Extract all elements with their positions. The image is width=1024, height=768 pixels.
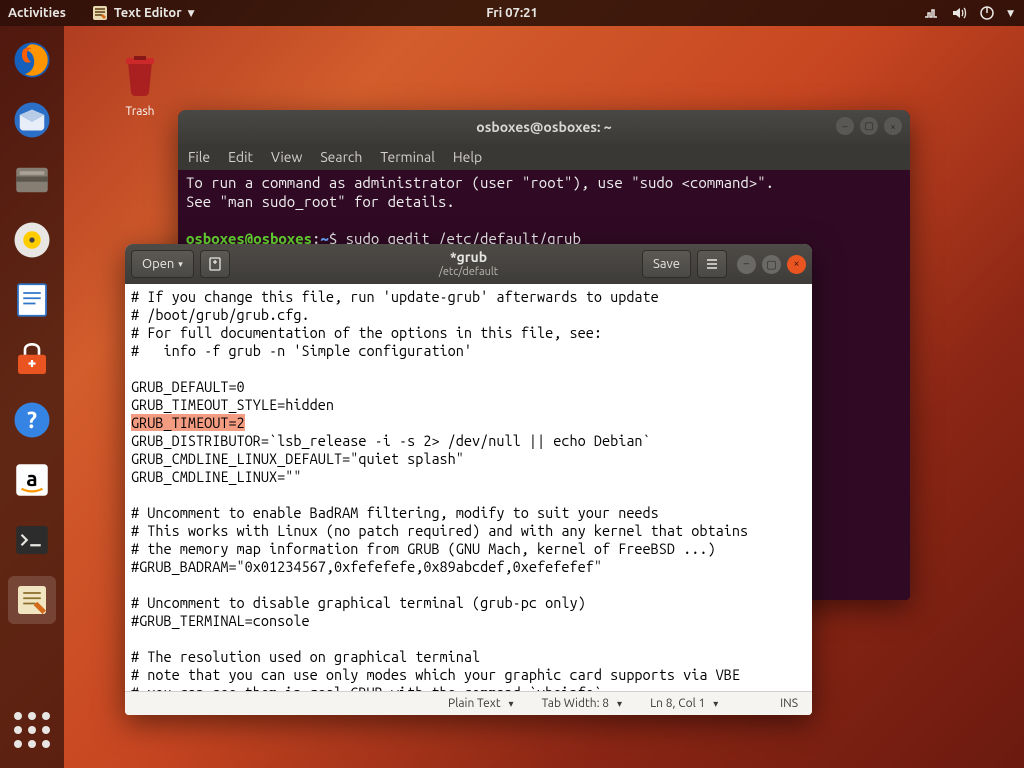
svg-text:?: ? xyxy=(27,408,37,433)
editor-line: GRUB_DISTRIBUTOR=`lsb_release -i -s 2> /… xyxy=(131,432,806,450)
menu-help[interactable]: Help xyxy=(453,149,482,165)
dock-rhythmbox[interactable] xyxy=(8,216,56,264)
editor-line xyxy=(131,630,806,648)
close-button[interactable]: × xyxy=(787,255,806,274)
editor-line: GRUB_CMDLINE_LINUX_DEFAULT="quiet splash… xyxy=(131,450,806,468)
trash-icon xyxy=(116,50,164,98)
editor-line: GRUB_TIMEOUT=2 xyxy=(131,414,806,432)
activities-button[interactable]: Activities xyxy=(8,6,66,20)
maximize-button[interactable]: ▢ xyxy=(860,117,878,135)
gedit-statusbar: Plain Text Tab Width: 8 Ln 8, Col 1 INS xyxy=(125,691,812,715)
power-icon[interactable] xyxy=(979,5,995,21)
system-menu-arrow[interactable]: ▼ xyxy=(1007,8,1014,19)
editor-line: # /boot/grub/grub.cfg. xyxy=(131,306,806,324)
app-menu[interactable]: Text Editor ▼ xyxy=(92,5,195,21)
terminal-menubar: File Edit View Search Terminal Help xyxy=(178,144,910,170)
editor-line: # info -f grub -n 'Simple configuration' xyxy=(131,342,806,360)
cursor-position[interactable]: Ln 8, Col 1 xyxy=(636,697,766,710)
insert-mode[interactable]: INS xyxy=(766,697,812,710)
editor-line: GRUB_DEFAULT=0 xyxy=(131,378,806,396)
editor-line: # the memory map information from GRUB (… xyxy=(131,540,806,558)
gedit-window: Open▾ *grub /etc/default Save – ▢ × # If… xyxy=(125,244,812,715)
editor-line xyxy=(131,576,806,594)
editor-line: # This works with Linux (no patch requir… xyxy=(131,522,806,540)
dock-amazon[interactable]: a xyxy=(8,456,56,504)
editor-line: GRUB_CMDLINE_LINUX="" xyxy=(131,468,806,486)
minimize-button[interactable]: – xyxy=(737,255,756,274)
editor-line: #GRUB_TERMINAL=console xyxy=(131,612,806,630)
dock-terminal[interactable] xyxy=(8,516,56,564)
dock-software[interactable] xyxy=(8,336,56,384)
editor-line: # If you change this file, run 'update-g… xyxy=(131,288,806,306)
dock-firefox[interactable] xyxy=(8,36,56,84)
desktop-trash[interactable]: Trash xyxy=(108,50,172,118)
trash-label: Trash xyxy=(108,105,172,118)
volume-icon[interactable] xyxy=(951,5,967,21)
menu-search[interactable]: Search xyxy=(320,149,362,165)
editor-line: # The resolution used on graphical termi… xyxy=(131,648,806,666)
editor-line xyxy=(131,360,806,378)
dock: ? a xyxy=(0,26,64,768)
save-button[interactable]: Save xyxy=(642,250,691,278)
document-title: *grub xyxy=(439,250,498,265)
syntax-selector[interactable]: Plain Text xyxy=(434,697,528,710)
dock-thunderbird[interactable] xyxy=(8,96,56,144)
clock[interactable]: Fri 07:21 xyxy=(486,6,538,20)
editor-line: # note that you can use only modes which… xyxy=(131,666,806,684)
show-applications-button[interactable] xyxy=(8,706,56,754)
gedit-title-area: *grub /etc/default xyxy=(439,250,498,277)
editor-line: # For full documentation of the options … xyxy=(131,324,806,342)
editor-line: # you can see them in real GRUB with the… xyxy=(131,684,806,691)
terminal-titlebar[interactable]: osboxes@osboxes: ~ – ▢ × xyxy=(178,110,910,144)
menu-view[interactable]: View xyxy=(271,149,302,165)
dock-libreoffice-writer[interactable] xyxy=(8,276,56,324)
tab-width-selector[interactable]: Tab Width: 8 xyxy=(528,697,636,710)
document-path: /etc/default xyxy=(439,266,498,278)
terminal-title: osboxes@osboxes: ~ xyxy=(476,119,611,135)
editor-line: # Uncomment to enable BadRAM filtering, … xyxy=(131,504,806,522)
dock-files[interactable] xyxy=(8,156,56,204)
apps-grid-icon xyxy=(14,712,50,748)
menu-file[interactable]: File xyxy=(188,149,210,165)
gedit-headerbar[interactable]: Open▾ *grub /etc/default Save – ▢ × xyxy=(125,244,812,284)
maximize-button[interactable]: ▢ xyxy=(762,255,781,274)
network-icon[interactable] xyxy=(923,5,939,21)
close-button[interactable]: × xyxy=(884,117,902,135)
minimize-button[interactable]: – xyxy=(836,117,854,135)
new-tab-button[interactable] xyxy=(200,250,230,278)
editor-line: #GRUB_BADRAM="0x01234567,0xfefefefe,0x89… xyxy=(131,558,806,576)
open-button[interactable]: Open▾ xyxy=(131,250,194,278)
menu-terminal[interactable]: Terminal xyxy=(380,149,435,165)
text-editor-icon xyxy=(92,5,108,21)
terminal-body[interactable]: To run a command as administrator (user … xyxy=(178,170,910,253)
top-panel: Activities Text Editor ▼ Fri 07:21 ▼ xyxy=(0,0,1024,26)
menu-edit[interactable]: Edit xyxy=(228,149,253,165)
editor-line: GRUB_TIMEOUT_STYLE=hidden xyxy=(131,396,806,414)
new-document-icon xyxy=(207,256,223,272)
editor-line: # Uncomment to disable graphical termina… xyxy=(131,594,806,612)
hamburger-menu-button[interactable] xyxy=(697,250,727,278)
editor-text-area[interactable]: # If you change this file, run 'update-g… xyxy=(125,284,812,691)
dock-gedit[interactable] xyxy=(8,576,56,624)
hamburger-icon xyxy=(704,256,720,272)
svg-text:a: a xyxy=(26,466,37,490)
editor-line xyxy=(131,486,806,504)
dock-help[interactable]: ? xyxy=(8,396,56,444)
